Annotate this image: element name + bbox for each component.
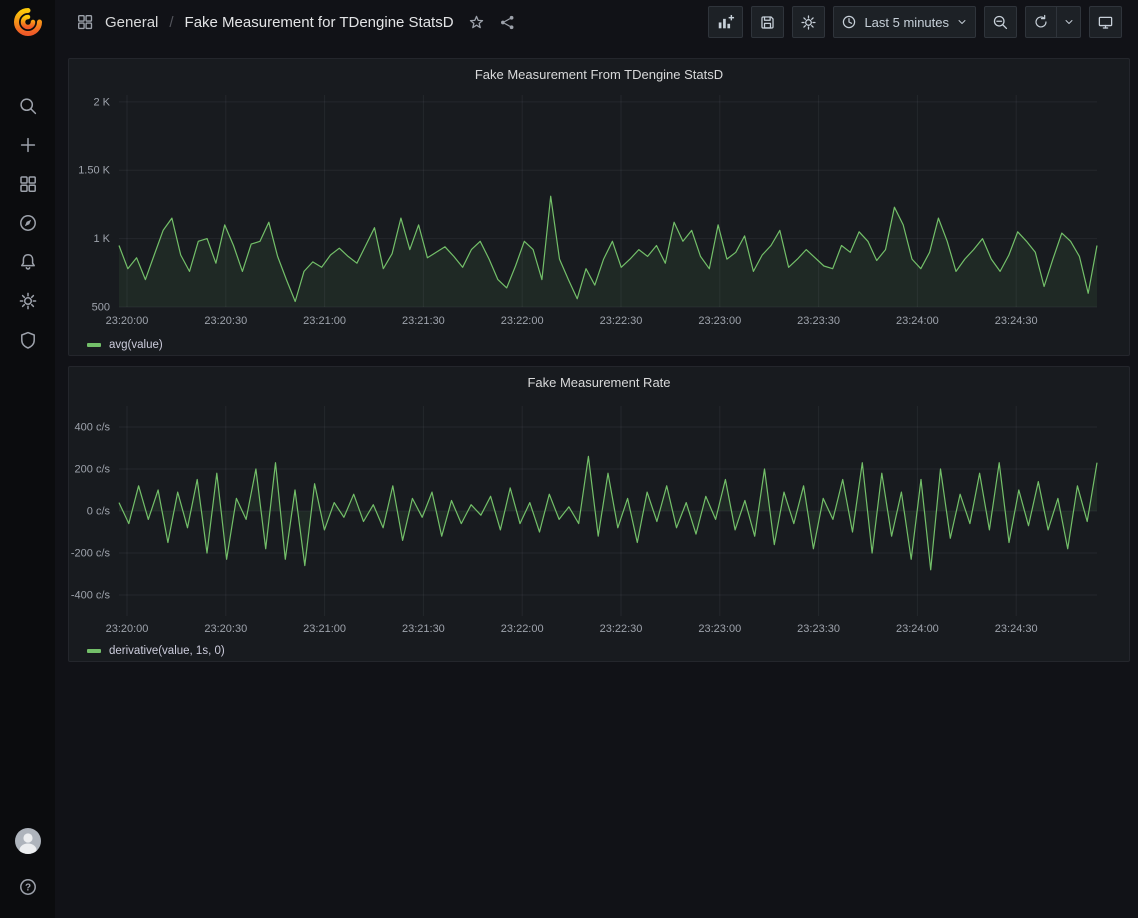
grafana-logo[interactable] [12,6,44,38]
panel-title[interactable]: Fake Measurement From TDengine StatsD [69,59,1129,89]
grafana-app: ? General / Fake Measurement for TDengin… [0,0,1138,918]
star-dashboard-button[interactable] [468,14,485,31]
share-icon [499,14,516,31]
series-color-swatch [87,343,101,347]
refresh-button-group [1025,6,1081,38]
monitor-icon [1097,14,1114,31]
panel-fake-measurement: Fake Measurement From TDengine StatsD 2 … [68,58,1130,356]
refresh-interval-dropdown[interactable] [1057,6,1081,38]
clock-icon [841,14,857,30]
bell-icon [18,252,38,272]
panel-fake-measurement-rate: Fake Measurement Rate 400 c/s 200 c/s 0 c/… [68,366,1130,662]
panel-title[interactable]: Fake Measurement Rate [69,367,1129,397]
save-icon [759,14,776,31]
save-dashboard-button[interactable] [751,6,784,38]
svg-text:23:20:30: 23:20:30 [204,623,247,635]
svg-text:23:22:30: 23:22:30 [600,315,643,327]
svg-text:23:24:30: 23:24:30 [995,315,1038,327]
svg-text:23:24:00: 23:24:00 [896,623,939,635]
time-range-label: Last 5 minutes [864,15,949,30]
svg-text:23:21:30: 23:21:30 [402,315,445,327]
zoom-out-icon [992,14,1009,31]
plus-icon [18,135,38,155]
series-color-swatch [87,649,101,653]
sidebar-item-profile[interactable] [15,828,41,854]
svg-text:23:23:30: 23:23:30 [797,623,840,635]
svg-text:400 c/s: 400 c/s [75,422,111,434]
legend-item[interactable]: derivative(value, 1s, 0) [69,637,1129,661]
legend-label: avg(value) [109,339,163,351]
sidebar-item-alerting[interactable] [7,242,49,281]
time-range-picker[interactable]: Last 5 minutes [833,6,976,38]
compass-icon [18,213,38,233]
grafana-flame-icon [13,7,43,37]
sidebar-item-dashboards[interactable] [7,164,49,203]
breadcrumb-folder[interactable]: General [105,14,158,31]
svg-text:23:23:00: 23:23:00 [698,315,741,327]
apps-icon [76,13,94,31]
svg-text:23:24:30: 23:24:30 [995,623,1038,635]
svg-text:?: ? [24,882,30,893]
sidebar-item-create[interactable] [7,125,49,164]
svg-text:0 c/s: 0 c/s [87,506,111,518]
breadcrumb-separator: / [169,14,173,31]
question-circle-icon: ? [18,877,38,897]
toolbar: Last 5 minutes [708,6,1122,38]
sidebar-item-search[interactable] [7,86,49,125]
gear-icon [18,291,38,311]
timeseries-chart-avg-value[interactable]: 2 K 1.50 K 1 K 50023:20:00 23:20:30 23:21:00 2… [69,89,1129,331]
avatar [15,828,41,854]
breadcrumb: General / Fake Measurement for TDengine … [76,13,454,31]
svg-text:23:24:00: 23:24:00 [896,315,939,327]
svg-text:23:22:00: 23:22:00 [501,623,544,635]
kiosk-mode-button[interactable] [1089,6,1122,38]
dashboard-content: Fake Measurement From TDengine StatsD 2 … [55,44,1138,918]
svg-text:23:21:30: 23:21:30 [402,623,445,635]
zoom-out-time-button[interactable] [984,6,1017,38]
svg-text:23:22:30: 23:22:30 [600,623,643,635]
dashboards-grid-icon [18,174,38,194]
dashboard-settings-button[interactable] [792,6,825,38]
sidebar: ? [0,0,55,918]
star-icon [468,14,485,31]
svg-text:23:20:00: 23:20:00 [106,315,149,327]
title-actions [468,14,516,31]
svg-text:23:21:00: 23:21:00 [303,315,346,327]
sidebar-item-explore[interactable] [7,203,49,242]
legend-label: derivative(value, 1s, 0) [109,645,225,657]
svg-text:23:23:00: 23:23:00 [698,623,741,635]
shield-icon [18,330,38,350]
sidebar-item-configuration[interactable] [7,281,49,320]
svg-text:1.50 K: 1.50 K [78,165,110,177]
legend-item[interactable]: avg(value) [69,331,1129,355]
svg-text:-200 c/s: -200 c/s [71,548,111,560]
dashboard-title[interactable]: Fake Measurement for TDengine StatsD [185,14,454,31]
svg-text:1 K: 1 K [93,233,110,245]
search-icon [18,96,38,116]
sidebar-item-server-admin[interactable] [7,320,49,359]
svg-text:23:22:00: 23:22:00 [501,315,544,327]
sidebar-item-help[interactable]: ? [7,867,49,906]
timeseries-chart-derivative[interactable]: 400 c/s 200 c/s 0 c/s -200 c/s -400 c/s 23:20… [69,397,1129,637]
topbar: General / Fake Measurement for TDengine … [55,0,1138,44]
svg-text:500: 500 [92,302,110,314]
svg-text:200 c/s: 200 c/s [75,464,111,476]
refresh-dashboard-button[interactable] [1025,6,1057,38]
svg-text:2 K: 2 K [93,96,110,108]
add-panel-icon [716,13,735,31]
svg-text:23:23:30: 23:23:30 [797,315,840,327]
chevron-down-icon [956,16,968,28]
svg-text:-400 c/s: -400 c/s [71,590,111,602]
chevron-down-icon [1063,16,1075,28]
svg-text:23:20:30: 23:20:30 [204,315,247,327]
gear-icon [800,14,817,31]
add-panel-button[interactable] [708,6,743,38]
refresh-icon [1033,14,1049,30]
svg-text:23:20:00: 23:20:00 [106,623,149,635]
svg-text:23:21:00: 23:21:00 [303,623,346,635]
share-dashboard-button[interactable] [499,14,516,31]
